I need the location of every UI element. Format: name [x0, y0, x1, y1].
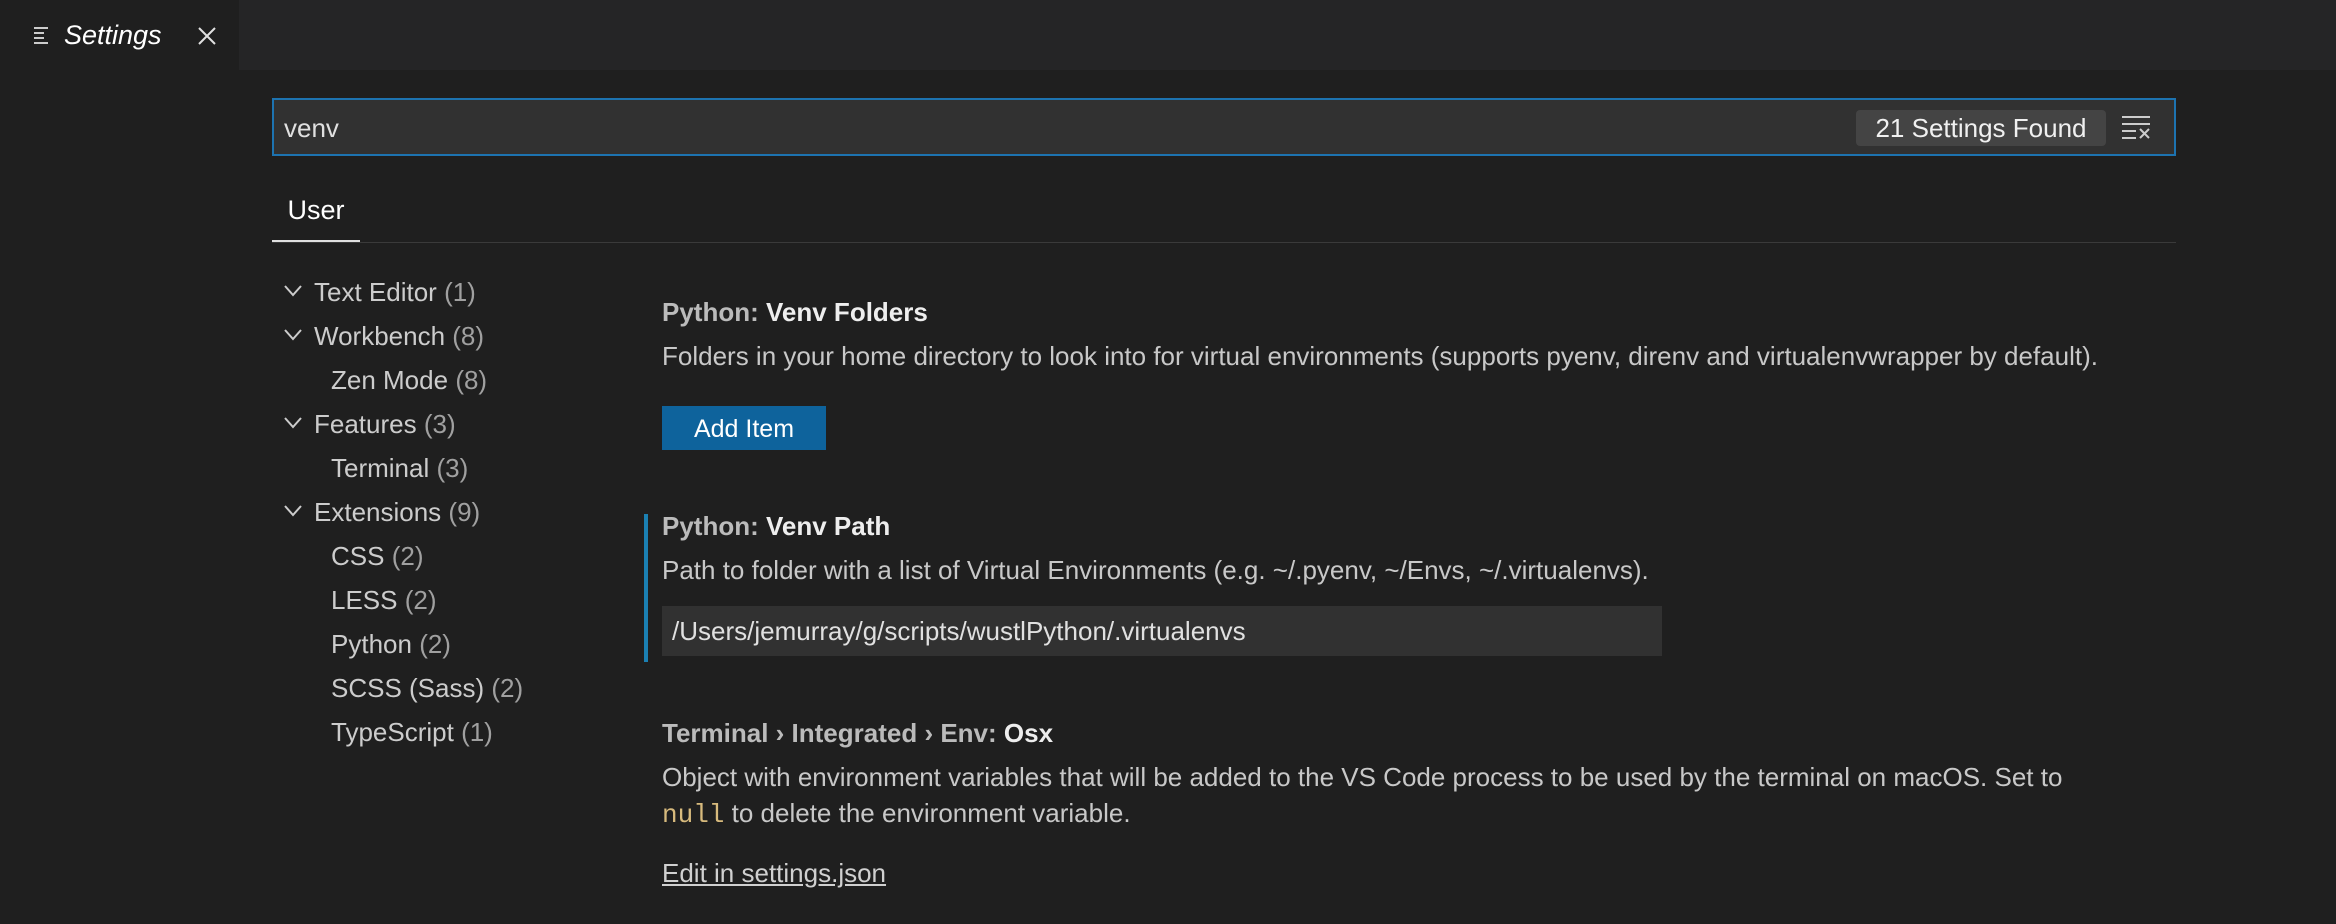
setting-title: Python: Venv Path	[662, 511, 1649, 542]
toc-label: Text Editor	[314, 277, 437, 307]
modified-indicator	[644, 514, 648, 662]
setting-category: Python:	[662, 297, 766, 327]
toc-label: Python	[331, 629, 412, 659]
settings-search-box: 21 Settings Found	[272, 98, 2176, 156]
toc-count: (3)	[436, 453, 469, 483]
toc-label: SCSS (Sass)	[331, 673, 485, 703]
setting-venv-path: Python: Venv Path Path to folder with a …	[662, 511, 1649, 588]
setting-category: Terminal › Integrated › Env:	[662, 718, 1004, 748]
search-input[interactable]	[282, 100, 1826, 156]
toc-count: (2)	[404, 585, 437, 615]
toc-count: (8)	[452, 321, 485, 351]
toc-count: (1)	[444, 277, 476, 307]
settings-scope-tabs: User	[272, 178, 2176, 243]
setting-description: Folders in your home directory to look i…	[662, 341, 2098, 371]
toc-count: (2)	[491, 673, 524, 703]
setting-category: Python:	[662, 511, 766, 541]
tab-user[interactable]: User	[272, 178, 360, 242]
setting-venv-folders: Python: Venv Folders Folders in your hom…	[662, 297, 2098, 374]
setting-name: Osx	[1003, 718, 1054, 748]
chevron-down-icon	[284, 417, 302, 429]
setting-title: Python: Venv Folders	[662, 297, 2098, 328]
toc-count: (2)	[391, 541, 424, 571]
code-null: null	[662, 800, 725, 830]
toc-count: (8)	[455, 365, 488, 395]
toc-label: TypeScript	[331, 717, 454, 747]
setting-env-osx: Terminal › Integrated › Env: Osx Object …	[662, 718, 2062, 833]
editor-tab-bar: Settings	[0, 0, 2336, 70]
setting-title: Terminal › Integrated › Env: Osx	[662, 718, 2062, 749]
result-count-badge: 21 Settings Found	[1856, 110, 2106, 146]
toc-label: Terminal	[331, 453, 430, 483]
toc-count: (2)	[419, 629, 451, 659]
chevron-down-icon	[284, 329, 302, 341]
chevron-down-icon	[284, 505, 302, 517]
setting-description: Object with environment variables that w…	[662, 759, 2062, 833]
toc-label: Extensions	[314, 497, 442, 527]
toc-label: Workbench	[314, 321, 446, 351]
edit-in-settings-json-link[interactable]: Edit in settings.json	[662, 858, 886, 889]
clear-filter-icon[interactable]	[2122, 114, 2152, 140]
tab-settings[interactable]: Settings	[0, 0, 240, 70]
close-icon[interactable]	[196, 25, 218, 47]
toc-label: CSS	[331, 541, 385, 571]
setting-name: Venv Folders	[766, 297, 928, 327]
setting-description: Path to folder with a list of Virtual En…	[662, 555, 1649, 585]
settings-lines-icon	[34, 27, 48, 44]
toc-count: (1)	[461, 717, 493, 747]
toc-label: Features	[314, 409, 417, 439]
setting-name: Venv Path	[766, 511, 891, 541]
chevron-down-icon	[284, 285, 302, 297]
toc-label: Zen Mode	[331, 365, 449, 395]
description-text: Object with environment variables that w…	[662, 762, 2063, 792]
toc-label: LESS	[331, 585, 398, 615]
description-text: to delete the environment variable.	[724, 798, 1131, 828]
toc-count: (3)	[423, 409, 456, 439]
tab-title: Settings	[64, 20, 162, 50]
add-item-button[interactable]: Add Item	[662, 406, 826, 450]
toc-count: (9)	[448, 497, 481, 527]
venv-path-input[interactable]	[662, 606, 1662, 656]
